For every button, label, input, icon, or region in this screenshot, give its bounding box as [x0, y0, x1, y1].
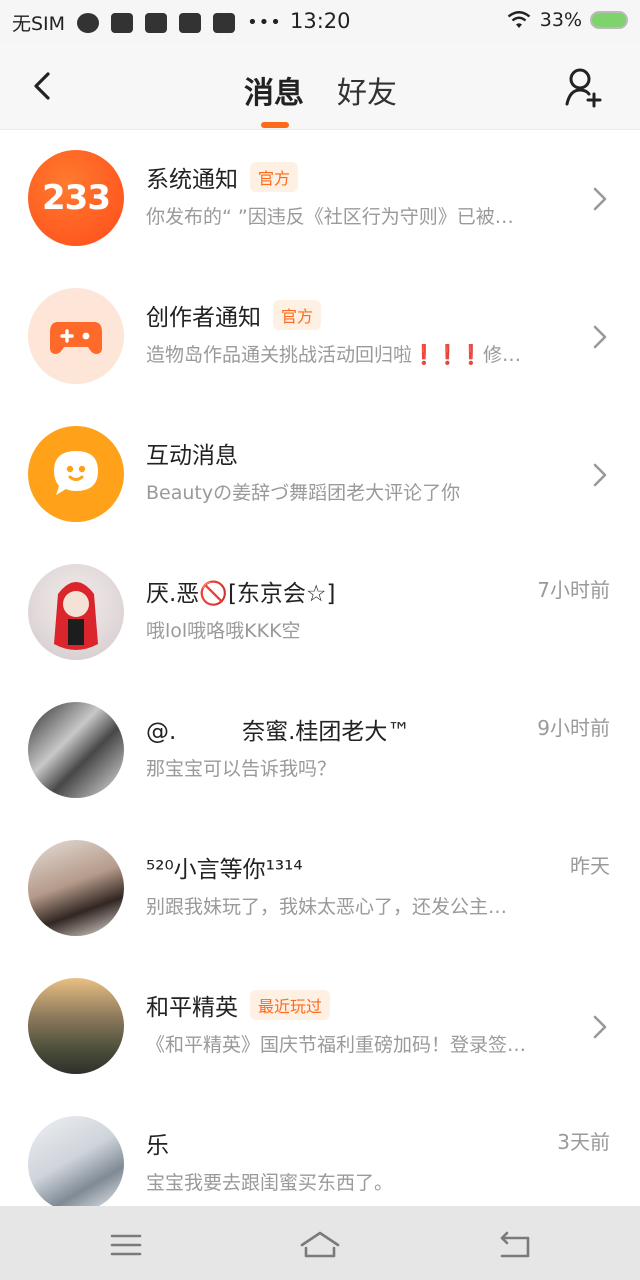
- carrier-label: 无SIM: [12, 13, 66, 35]
- list-item[interactable]: 互动消息 Beautyの姜辞づ舞蹈团老大评论了你: [0, 406, 640, 544]
- top-bar: 消息 好友: [0, 44, 640, 130]
- user-avatar: [28, 564, 124, 660]
- conversation-name: 厌.恶🚫[东京会☆]: [146, 581, 336, 607]
- list-item[interactable]: 和平精英 最近玩过 《和平精英》国庆节福利重磅加码！登录签…: [0, 958, 640, 1096]
- conversation-name: 创作者通知: [146, 305, 261, 331]
- status-left: 无SIM •••: [12, 9, 282, 36]
- conversation-name: 系统通知: [146, 167, 238, 193]
- chevron-right-icon: [593, 187, 607, 211]
- video-play-icon: [213, 12, 236, 33]
- add-friend-icon[interactable]: [564, 66, 604, 108]
- timestamp: 3天前: [557, 1130, 610, 1154]
- timestamp: 7小时前: [537, 578, 610, 602]
- menu-icon[interactable]: [104, 1228, 148, 1262]
- message-preview: 造物岛作品通关挑战活动回归啦❗❗❗修…: [146, 344, 521, 366]
- video-icon: [179, 12, 202, 33]
- message-preview: 别跟我妹玩了，我妹太恶心了，还发公主…: [146, 896, 508, 918]
- game-avatar: [28, 978, 124, 1074]
- user-avatar: [28, 840, 124, 936]
- list-item[interactable]: 厌.恶🚫[东京会☆] 7小时前 哦lol哦咯哦KKK空: [0, 544, 640, 682]
- browser-icon: [77, 12, 100, 33]
- system-nav-bar: [0, 1206, 640, 1280]
- conversation-name: @. 奈蜜.桂团老大™: [146, 719, 411, 745]
- chevron-right-icon: [593, 1015, 607, 1039]
- timestamp: 9小时前: [537, 716, 610, 740]
- list-item[interactable]: 233 系统通知 官方 你发布的“ ”因违反《社区行为守则》已被…: [0, 130, 640, 268]
- notification-icon: [145, 12, 168, 33]
- system-logo-text: 233: [42, 178, 111, 218]
- battery-icon: [590, 11, 628, 29]
- chevron-right-icon: [593, 325, 607, 349]
- user-avatar: [28, 1116, 124, 1212]
- more-icon: •••: [247, 12, 282, 33]
- message-preview: 宝宝我要去跟闺蜜买东西了。: [146, 1172, 394, 1194]
- timestamp: 昨天: [570, 854, 610, 878]
- status-time: 13:20: [290, 9, 351, 33]
- back-arrow-icon[interactable]: [26, 66, 62, 106]
- message-preview: 那宝宝可以告诉我吗？: [146, 758, 337, 780]
- status-right: 33%: [506, 9, 628, 31]
- user-avatar: [28, 702, 124, 798]
- home-icon[interactable]: [298, 1228, 342, 1262]
- chevron-right-icon: [593, 463, 607, 487]
- conversation-name: 互动消息: [146, 443, 238, 469]
- recently-played-badge: 最近玩过: [250, 990, 331, 1020]
- sms-icon: [111, 12, 134, 33]
- wifi-icon: [507, 11, 531, 28]
- conversation-name: 和平精英: [146, 995, 238, 1021]
- status-bar: 无SIM ••• 13:20 33%: [0, 0, 640, 44]
- list-item[interactable]: 创作者通知 官方 造物岛作品通关挑战活动回归啦❗❗❗修…: [0, 268, 640, 406]
- message-preview: 哦lol哦咯哦KKK空: [146, 620, 301, 642]
- gamepad-icon: [28, 288, 124, 384]
- system-logo-avatar: 233: [28, 150, 124, 246]
- official-badge: 官方: [273, 300, 322, 330]
- chat-bubble-icon: [28, 426, 124, 522]
- list-item[interactable]: @. 奈蜜.桂团老大™ 9小时前 那宝宝可以告诉我吗？: [0, 682, 640, 820]
- message-preview: 《和平精英》国庆节福利重磅加码！登录签…: [146, 1034, 527, 1056]
- message-preview: 你发布的“ ”因违反《社区行为守则》已被…: [146, 206, 514, 228]
- tab-friends[interactable]: 好友: [337, 68, 397, 112]
- message-preview: Beautyの姜辞づ舞蹈团老大评论了你: [146, 482, 461, 504]
- official-badge: 官方: [250, 162, 299, 192]
- tab-messages[interactable]: 消息: [244, 68, 304, 112]
- back-icon[interactable]: [494, 1228, 538, 1262]
- list-item[interactable]: ⁵²⁰小言等你¹³¹⁴ 昨天 别跟我妹玩了，我妹太恶心了，还发公主…: [0, 820, 640, 958]
- battery-percent: 33%: [539, 9, 582, 31]
- conversation-name: 乐: [146, 1133, 169, 1159]
- active-tab-indicator: [261, 122, 289, 128]
- conversation-name: ⁵²⁰小言等你¹³¹⁴: [146, 857, 303, 883]
